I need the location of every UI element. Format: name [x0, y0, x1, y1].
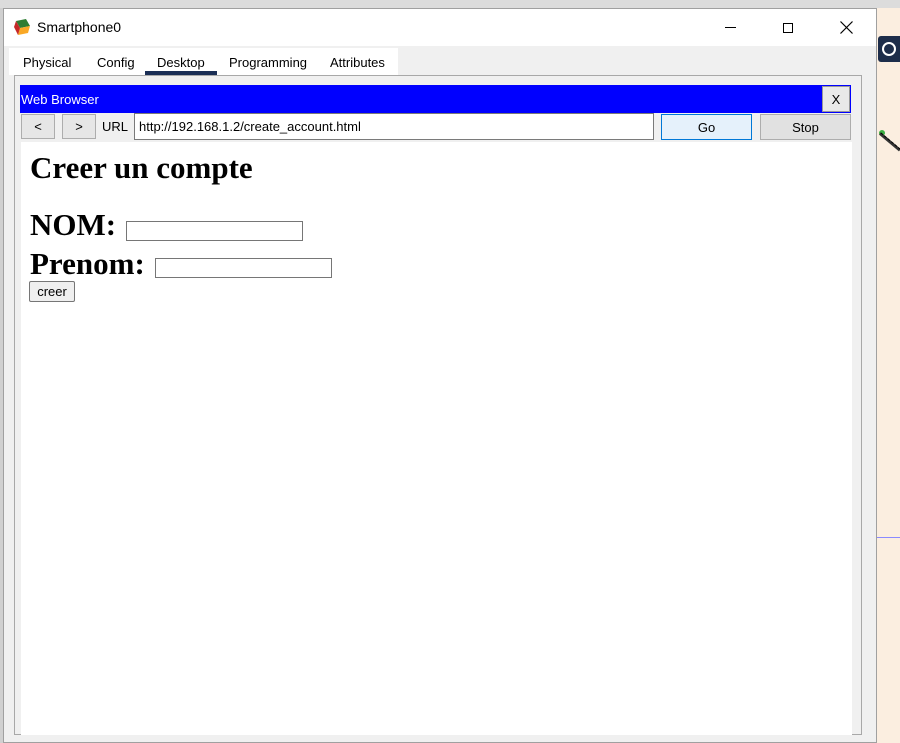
- tab-physical[interactable]: Physical: [23, 55, 71, 70]
- web-browser-header: [20, 85, 851, 113]
- go-button[interactable]: Go: [661, 114, 752, 140]
- background-app-toolbar: [0, 0, 900, 8]
- window-titlebar[interactable]: Smartphone0: [4, 9, 876, 46]
- maximize-button[interactable]: [759, 9, 817, 46]
- device-app-icon: [14, 19, 30, 35]
- minimize-button[interactable]: [701, 9, 759, 46]
- tab-desktop[interactable]: Desktop: [157, 55, 205, 70]
- tab-config[interactable]: Config: [97, 55, 135, 70]
- back-button[interactable]: <: [21, 114, 55, 139]
- nom-label: NOM:: [30, 207, 117, 242]
- background-workspace: [877, 8, 900, 743]
- tab-attributes[interactable]: Attributes: [330, 55, 385, 70]
- url-input[interactable]: http://192.168.1.2/create_account.html: [134, 113, 654, 140]
- tab-programming[interactable]: Programming: [229, 55, 307, 70]
- web-browser-close-button[interactable]: X: [822, 86, 850, 112]
- creer-button[interactable]: creer: [29, 281, 75, 302]
- forward-button[interactable]: >: [62, 114, 96, 139]
- prenom-label: Prenom:: [30, 246, 145, 281]
- web-browser-title: Web Browser: [21, 92, 99, 107]
- stop-button[interactable]: Stop: [760, 114, 851, 140]
- close-button[interactable]: [817, 9, 875, 46]
- background-workspace-divider: [877, 537, 900, 538]
- background-router-icon[interactable]: [878, 36, 900, 62]
- page-heading: Creer un compte: [30, 150, 253, 185]
- window-title: Smartphone0: [37, 19, 122, 35]
- nom-input[interactable]: [126, 221, 303, 241]
- maximize-icon: [783, 22, 793, 33]
- minimize-icon: [724, 27, 736, 28]
- url-label: URL: [102, 119, 129, 134]
- close-icon: [839, 21, 853, 34]
- prenom-input[interactable]: [155, 258, 332, 278]
